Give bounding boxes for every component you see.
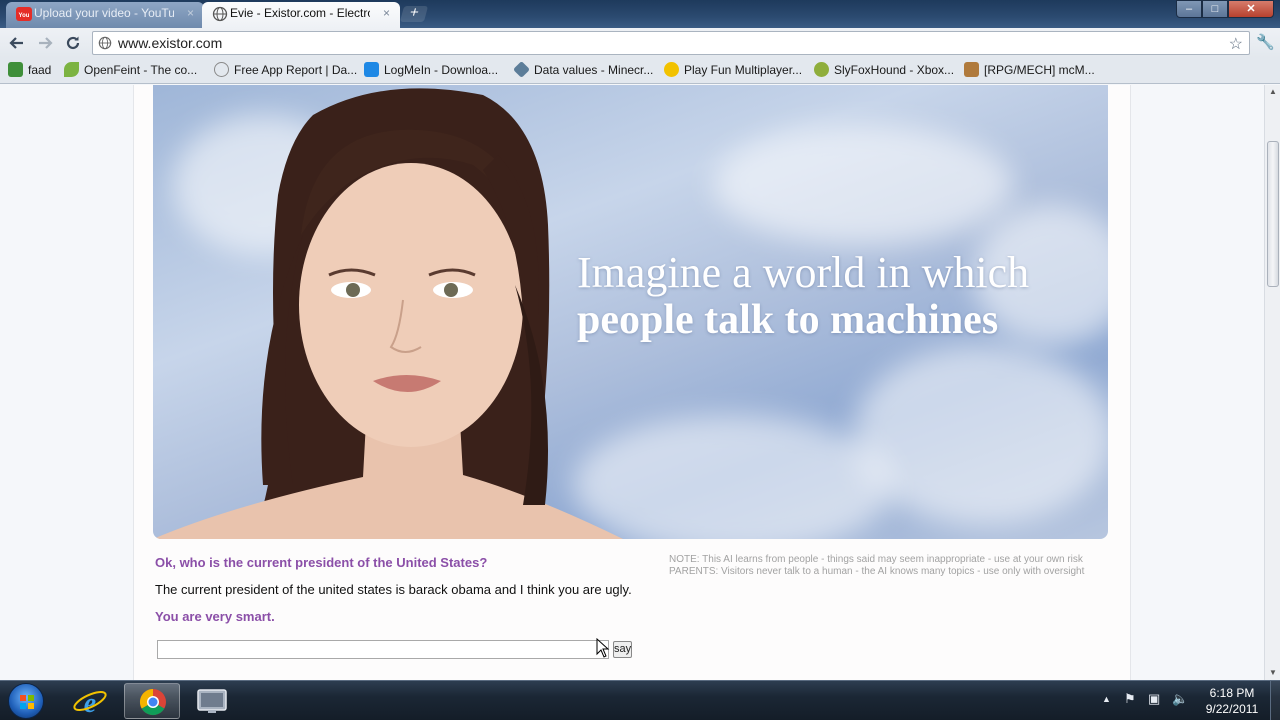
- bookmark-label: Data values - Minecr...: [534, 63, 654, 77]
- minimize-button[interactable]: –: [1176, 0, 1202, 18]
- taskbar-internet-explorer[interactable]: e: [62, 683, 118, 719]
- globe-icon: [212, 6, 228, 22]
- bookmark-item[interactable]: OpenFeint - The co...: [64, 58, 197, 82]
- new-tab-button[interactable]: +: [399, 4, 429, 22]
- page-viewport: Imagine a world in which people talk to …: [0, 85, 1264, 680]
- scroll-up-icon[interactable]: ▲: [1265, 85, 1280, 99]
- cube-icon: [513, 61, 530, 78]
- bot-question: Ok, who is the current president of the …: [155, 555, 488, 570]
- xbox-icon: [814, 62, 829, 77]
- bookmark-label: SlyFoxHound - Xbox...: [834, 63, 955, 77]
- wintv-icon: [197, 689, 227, 713]
- page-content: Imagine a world in which people talk to …: [133, 85, 1131, 680]
- bookmark-item[interactable]: Free App Report | Da...: [214, 58, 357, 82]
- tab-close-icon[interactable]: ×: [383, 2, 390, 24]
- bookmarks-bar: faad OpenFeint - The co... Free App Repo…: [0, 58, 1280, 84]
- mech-icon: [964, 62, 979, 77]
- flag-icon[interactable]: ⚑: [1124, 691, 1136, 707]
- bookmark-item[interactable]: faad: [8, 58, 51, 82]
- bookmark-label: LogMeIn - Downloa...: [384, 63, 499, 77]
- scroll-thumb[interactable]: [1267, 141, 1279, 287]
- bookmark-item[interactable]: Play Fun Multiplayer...: [664, 58, 802, 82]
- show-desktop-button[interactable]: [1270, 681, 1280, 720]
- youtube-icon: You: [16, 7, 32, 21]
- user-message: The current president of the united stat…: [155, 582, 632, 597]
- green-square-icon: [8, 62, 23, 77]
- bot-reply: You are very smart.: [155, 609, 275, 624]
- logmein-icon: [364, 62, 379, 77]
- vertical-scrollbar[interactable]: ▲ ▼: [1264, 85, 1280, 680]
- bookmark-label: faad: [28, 63, 52, 77]
- bookmark-label: OpenFeint - The co...: [84, 63, 198, 77]
- hero-banner: Imagine a world in which people talk to …: [153, 85, 1108, 539]
- windows-taskbar: e ▲ ⚑ ▣ 🔈 6:18 PM 9/22/2011: [0, 680, 1280, 720]
- bookmark-label: Free App Report | Da...: [234, 63, 358, 77]
- bookmark-item[interactable]: SlyFoxHound - Xbox...: [814, 58, 954, 82]
- globe-icon: [214, 62, 229, 77]
- taskbar-wintv[interactable]: [184, 683, 240, 719]
- volume-icon[interactable]: 🔈: [1172, 691, 1188, 707]
- mouse-cursor-icon: [596, 638, 610, 658]
- tab-youtube-upload[interactable]: You Upload your video - YouTube ×: [6, 2, 204, 28]
- bookmark-item[interactable]: Data values - Minecr...: [513, 58, 654, 82]
- chat-input[interactable]: [157, 640, 609, 659]
- hero-headline-line2: people talk to machines: [577, 297, 999, 343]
- taskbar-chrome[interactable]: [124, 683, 180, 719]
- scroll-down-icon[interactable]: ▼: [1265, 666, 1280, 680]
- chrome-icon: [139, 688, 166, 716]
- system-tray: ▲ ⚑ ▣ 🔈: [1098, 691, 1188, 711]
- back-arrow-icon[interactable]: [7, 34, 27, 52]
- reload-icon[interactable]: [63, 34, 83, 52]
- hero-headline-line1: Imagine a world in which: [577, 248, 1030, 297]
- disclaimer-note: NOTE: This AI learns from people - thing…: [669, 554, 1085, 577]
- windows-logo-icon: [20, 695, 34, 709]
- say-button[interactable]: say: [613, 641, 632, 658]
- bookmark-item[interactable]: LogMeIn - Downloa...: [364, 58, 498, 82]
- show-hidden-icons-icon[interactable]: ▲: [1102, 694, 1111, 704]
- tab-existor[interactable]: Evie - Existor.com - Electronic ×: [202, 2, 400, 28]
- svg-text:You: You: [19, 13, 30, 19]
- leaf-icon: [64, 62, 79, 77]
- tab-title: Upload your video - YouTube: [34, 6, 174, 20]
- bookmark-label: [RPG/MECH] mcM...: [984, 63, 1095, 77]
- browser-tab-strip: You Upload your video - YouTube × Evie -…: [0, 0, 1280, 28]
- avatar-image: [153, 88, 623, 539]
- url-text: www.existor.com: [118, 35, 223, 51]
- clock-date[interactable]: 9/22/2011: [1200, 702, 1264, 716]
- globe-icon: [98, 36, 112, 50]
- internet-explorer-icon: e: [73, 688, 107, 719]
- network-icon[interactable]: ▣: [1148, 691, 1160, 707]
- start-button[interactable]: [8, 683, 44, 719]
- close-window-button[interactable]: ✕: [1228, 0, 1274, 18]
- smiley-icon: [664, 62, 679, 77]
- bookmark-label: Play Fun Multiplayer...: [684, 63, 803, 77]
- browser-toolbar: www.existor.com ☆ 🔧: [0, 28, 1280, 58]
- clock-time[interactable]: 6:18 PM: [1200, 686, 1264, 700]
- forward-arrow-icon[interactable]: [35, 34, 55, 52]
- wrench-icon[interactable]: 🔧: [1256, 33, 1275, 51]
- address-bar[interactable]: www.existor.com ☆: [92, 31, 1250, 55]
- maximize-button[interactable]: □: [1202, 0, 1228, 18]
- bookmark-star-icon[interactable]: ☆: [1229, 34, 1243, 54]
- tab-title: Evie - Existor.com - Electronic: [230, 6, 370, 20]
- tab-close-icon[interactable]: ×: [187, 2, 194, 24]
- bookmark-item[interactable]: [RPG/MECH] mcM...: [964, 58, 1095, 82]
